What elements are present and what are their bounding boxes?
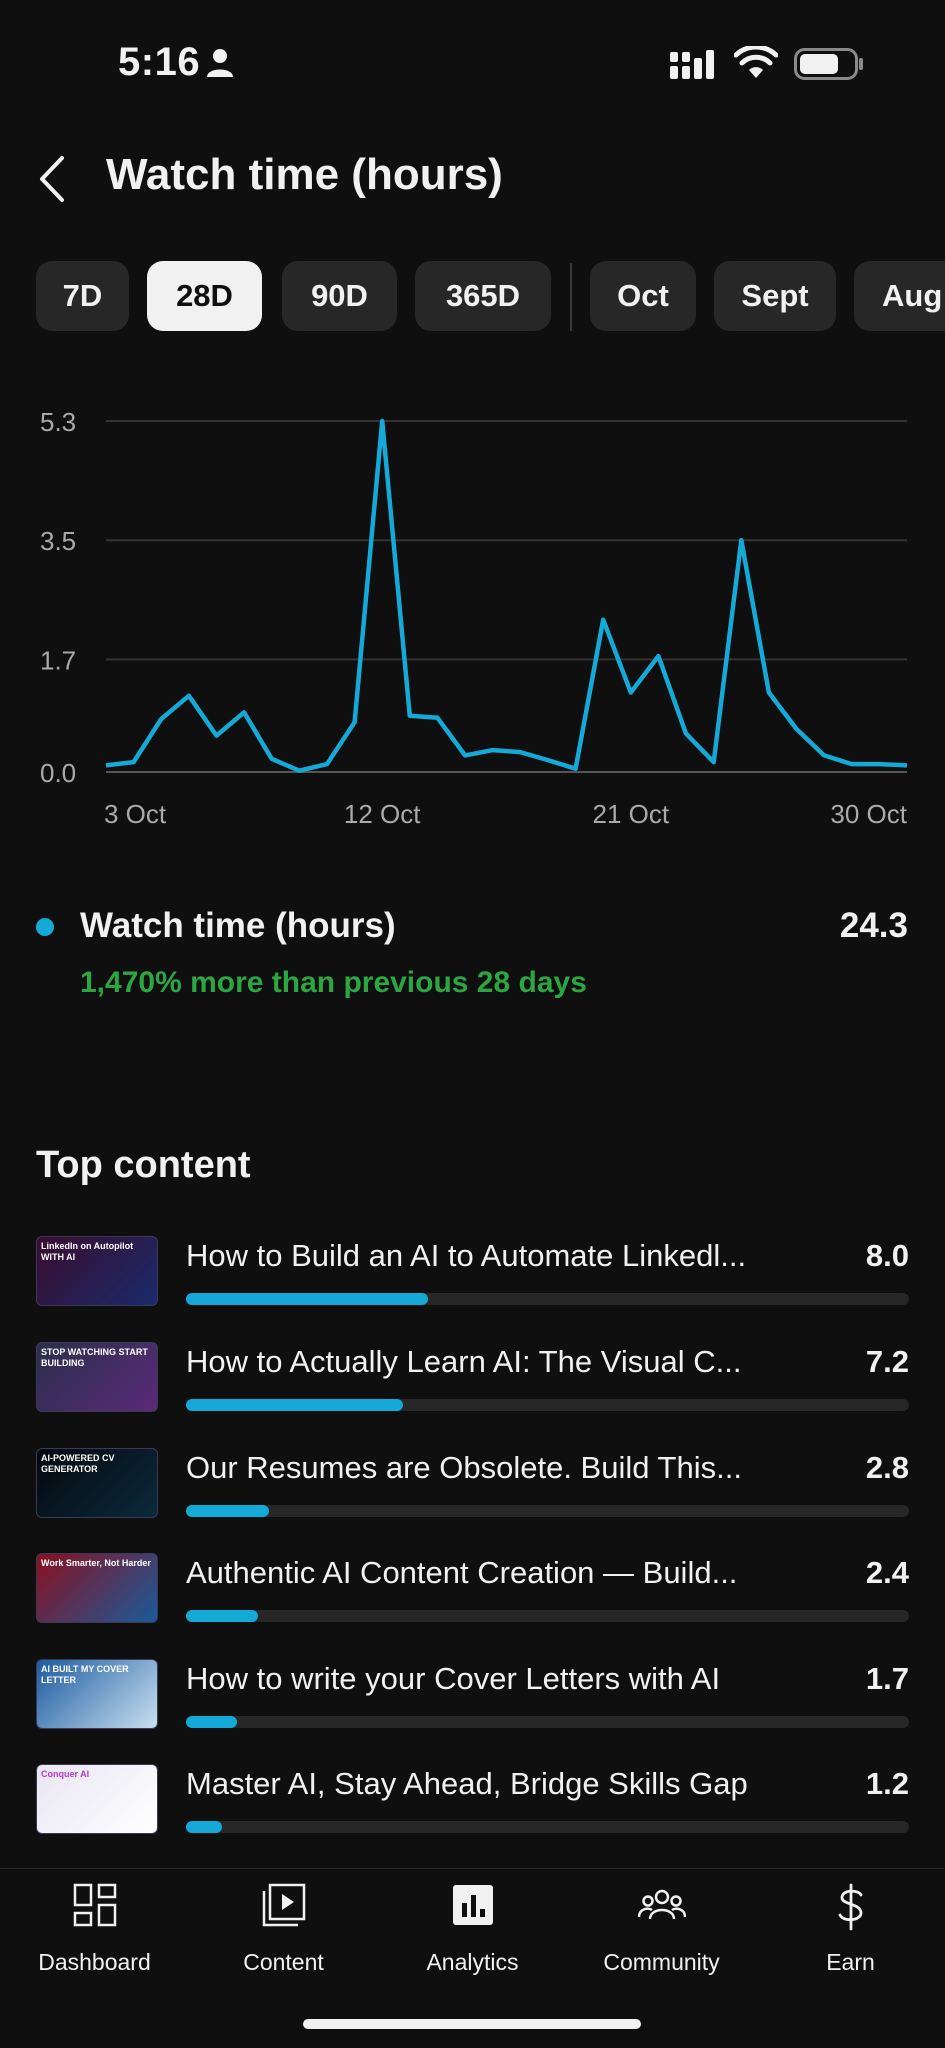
nav-earn[interactable]: Earn xyxy=(756,1869,945,1989)
back-arrow-icon[interactable] xyxy=(36,154,76,204)
top-content-row[interactable]: LinkedIn on Autopilot WITH AI How to Buil… xyxy=(36,1236,909,1308)
content-icon xyxy=(262,1883,305,1927)
watch-time-bar-fill xyxy=(186,1399,403,1411)
nav-analytics[interactable]: Analytics xyxy=(378,1869,567,1989)
nav-label-community: Community xyxy=(603,1949,720,1975)
chip-365d[interactable]: 365D xyxy=(415,261,551,331)
video-watch-time: 1.7 xyxy=(865,1661,909,1696)
battery-icon xyxy=(794,48,863,80)
chip-7d[interactable]: 7D xyxy=(36,261,129,331)
dashboard-icon xyxy=(73,1883,116,1927)
thumbnail-caption: AI-POWERED CV GENERATOR xyxy=(41,1453,115,1474)
top-content-row[interactable]: Conquer AI Master AI, Stay Ahead, Bridge … xyxy=(36,1764,909,1836)
top-content-title: Top content xyxy=(36,1144,251,1186)
nav-label-dashboard: Dashboard xyxy=(38,1949,151,1975)
video-title: How to Actually Learn AI: The Visual C..… xyxy=(186,1344,742,1379)
nav-label-analytics: Analytics xyxy=(426,1949,519,1975)
x-tick-label: 21 Oct xyxy=(592,799,669,829)
x-tick-label: 12 Oct xyxy=(344,799,421,829)
nav-label-content: Content xyxy=(243,1949,324,1975)
video-title: How to write your Cover Letters with AI xyxy=(186,1661,721,1696)
nav-dashboard[interactable]: Dashboard xyxy=(0,1869,189,1989)
chip-90d[interactable]: 90D xyxy=(282,261,397,331)
top-content-row[interactable]: AI BUILT MY COVER LETTER How to write you… xyxy=(36,1659,909,1731)
x-tick-label: 30 Oct xyxy=(830,799,907,829)
chip-28d[interactable]: 28D xyxy=(147,261,262,331)
thumbnail-caption: AI BUILT MY COVER LETTER xyxy=(41,1664,129,1685)
top-content-row[interactable]: Work Smarter, Not Harder Authentic AI Con… xyxy=(36,1553,909,1625)
y-tick-label: 1.7 xyxy=(40,645,76,675)
watch-time-bar-track xyxy=(186,1716,909,1728)
watch-time-bar-fill xyxy=(186,1505,270,1517)
nav-community[interactable]: Community xyxy=(567,1869,756,1989)
y-tick-label: 0.0 xyxy=(40,758,76,788)
wifi-icon xyxy=(734,46,778,78)
community-icon xyxy=(637,1889,686,1920)
chip-sept[interactable]: Sept xyxy=(714,261,836,331)
watch-time-line xyxy=(105,418,908,773)
metric-label: Watch time (hours) xyxy=(80,906,396,945)
top-content-row[interactable]: AI-POWERED CV GENERATOR Our Resumes are O… xyxy=(36,1448,909,1520)
video-thumbnail: AI BUILT MY COVER LETTER xyxy=(36,1659,158,1729)
y-tick-label: 5.3 xyxy=(40,407,76,437)
person-icon xyxy=(207,49,233,77)
status-time: 5:16 xyxy=(118,40,201,84)
watch-time-bar-track xyxy=(186,1293,909,1305)
nav-content[interactable]: Content xyxy=(189,1869,378,1989)
thumbnail-caption: Conquer AI xyxy=(41,1769,90,1779)
video-watch-time: 2.4 xyxy=(865,1555,909,1590)
video-title: Master AI, Stay Ahead, Bridge Skills Gap xyxy=(186,1766,748,1801)
y-tick-label: 3.5 xyxy=(40,526,76,556)
analytics-icon xyxy=(452,1885,493,1925)
video-thumbnail: Conquer AI xyxy=(36,1764,158,1834)
video-thumbnail: AI-POWERED CV GENERATOR xyxy=(36,1448,158,1518)
watch-time-bar-track xyxy=(186,1821,909,1833)
watch-time-bar-track xyxy=(186,1399,909,1411)
chip-aug[interactable]: Aug xyxy=(854,261,945,331)
video-watch-time: 2.8 xyxy=(865,1450,909,1485)
video-thumbnail: STOP WATCHING START BUILDING xyxy=(36,1342,158,1412)
video-title: Our Resumes are Obsolete. Build This... xyxy=(186,1450,742,1485)
status-bar: 5:16 xyxy=(0,0,945,120)
home-indicator xyxy=(303,2019,641,2029)
earn-icon xyxy=(838,1883,862,1931)
metric-value: 24.3 xyxy=(839,906,908,945)
thumbnail-caption: Work Smarter, Not Harder xyxy=(41,1558,151,1568)
watch-time-bar-fill xyxy=(186,1716,237,1728)
date-range-chips: 7D 28D 90D 365D Oct Sept Aug xyxy=(36,261,945,331)
watch-time-bar-fill xyxy=(186,1821,223,1833)
nav-label-earn: Earn xyxy=(826,1949,875,1975)
video-title: How to Build an AI to Automate Linkedl..… xyxy=(186,1238,747,1273)
top-content-row[interactable]: STOP WATCHING START BUILDING How to Actua… xyxy=(36,1342,909,1414)
watch-time-bar-track xyxy=(186,1610,909,1622)
video-thumbnail: LinkedIn on Autopilot WITH AI xyxy=(36,1236,158,1306)
metric-delta: 1,470% more than previous 28 days xyxy=(80,966,587,999)
x-tick-label: 3 Oct xyxy=(104,799,167,829)
cellular-signal-icon xyxy=(670,50,714,79)
video-watch-time: 1.2 xyxy=(865,1766,909,1801)
watch-time-bar-track xyxy=(186,1505,909,1517)
video-thumbnail: Work Smarter, Not Harder xyxy=(36,1553,158,1623)
legend-dot xyxy=(36,918,54,936)
watch-time-bar-fill xyxy=(186,1610,259,1622)
chip-divider xyxy=(570,263,572,331)
video-watch-time: 7.2 xyxy=(865,1344,909,1379)
video-title: Authentic AI Content Creation — Build... xyxy=(186,1555,738,1590)
video-watch-time: 8.0 xyxy=(865,1238,909,1273)
thumbnail-caption: STOP WATCHING START BUILDING xyxy=(41,1347,148,1368)
thumbnail-caption: LinkedIn on Autopilot WITH AI xyxy=(41,1241,134,1262)
watch-time-bar-fill xyxy=(186,1293,429,1305)
page-title: Watch time (hours) xyxy=(106,150,503,199)
chip-oct[interactable]: Oct xyxy=(590,261,696,331)
watch-time-chart: 5.3 3.5 1.7 0.0 3 Oct 12 Oct 21 Oct 30 Oct xyxy=(40,407,908,829)
